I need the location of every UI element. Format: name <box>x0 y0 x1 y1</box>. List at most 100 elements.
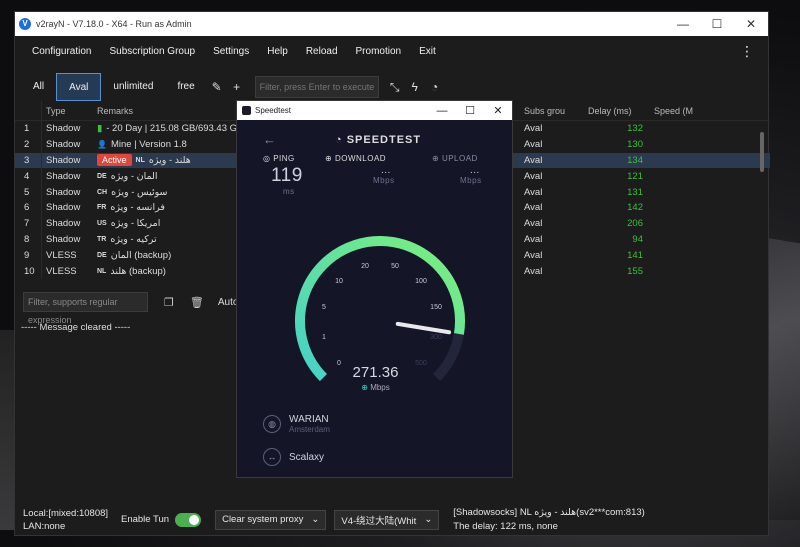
speedtest-maximize-button[interactable]: ☐ <box>456 104 484 117</box>
server-filter-input[interactable] <box>254 76 379 98</box>
speedtest-logo: ◔ SPEEDTEST <box>335 134 422 146</box>
speedtest-metrics: ◎ PING 119 ms ⊕ DOWNLOAD ... Mbps ⊕ UPLO… <box>237 154 512 214</box>
maximize-button[interactable]: ☐ <box>700 17 734 31</box>
row-subs: Aval <box>524 186 543 198</box>
local-info: Local:[mixed:10808] LAN:none <box>23 507 115 533</box>
upload-unit: Mbps <box>460 176 482 185</box>
window-title: v2rayN - V7.18.0 - X64 - Run as Admin <box>36 19 192 29</box>
lightning-icon[interactable]: ϟ <box>405 80 425 94</box>
speedtest-minimize-button[interactable]: — <box>428 105 456 117</box>
download-unit: Mbps <box>373 176 395 185</box>
col-speed-header[interactable]: Speed (M <box>649 106 749 116</box>
menu-exit[interactable]: Exit <box>410 46 445 57</box>
row-type: Shadow <box>41 121 91 137</box>
tab-aval[interactable]: Aval <box>56 73 102 101</box>
gauge-tick-label: 20 <box>361 263 369 270</box>
message-filter-input[interactable]: Filter, supports regular expression <box>23 292 148 325</box>
row-remarks: هلند - ویژه <box>148 154 191 166</box>
desktop-edge-decoration <box>0 330 14 530</box>
current-delay: The delay: 122 ms, none <box>453 520 558 532</box>
row-type: Shadow <box>41 184 91 200</box>
upload-metric: ⊕ UPLOAD ... Mbps <box>432 154 482 185</box>
row-remarks: ترکیه - ویژه <box>110 233 157 245</box>
menu-help[interactable]: Help <box>258 46 297 57</box>
speed-gauge-icon[interactable]: ◔ <box>425 80 445 94</box>
tab-unlimited[interactable]: unlimited <box>101 73 165 101</box>
row-delay: 121 <box>627 170 643 182</box>
edit-pencil-icon[interactable]: ✎ <box>207 80 227 94</box>
col-subs-header[interactable]: Subs grou <box>521 106 584 116</box>
speedtest-titlebar: Speedtest — ☐ ✕ <box>237 101 512 120</box>
menu-promotion[interactable]: Promotion <box>347 46 411 57</box>
row-delay: 141 <box>627 249 643 261</box>
col-type-header[interactable]: Type <box>41 101 91 120</box>
row-type: Shadow <box>41 215 91 232</box>
row-subs: Aval <box>524 233 543 245</box>
row-subs: Aval <box>524 170 543 182</box>
speedtest-window: Speedtest — ☐ ✕ ← ◔ SPEEDTEST ◎ PING 119… <box>236 100 513 478</box>
chevron-down-icon: ⌄ <box>424 514 433 525</box>
row-delay: 131 <box>627 186 643 198</box>
upload-label: ⊕ UPLOAD <box>432 154 478 163</box>
routing-select[interactable]: V4-绕过大陆(Whit ⌄ <box>334 509 440 530</box>
expand-arrows-icon[interactable]: ⤡ <box>385 80 405 95</box>
row-type: Shadow <box>41 168 91 185</box>
menu-settings[interactable]: Settings <box>204 46 258 57</box>
row-number: 8 <box>24 233 30 245</box>
download-label: ⊕ DOWNLOAD <box>325 154 387 163</box>
row-number: 4 <box>24 170 30 182</box>
row-remarks: فرانسه - ویژه <box>110 202 165 214</box>
tun-toggle[interactable] <box>175 512 202 527</box>
close-button[interactable]: ✕ <box>734 17 768 31</box>
country-code: DE <box>97 251 107 259</box>
country-code: DE <box>97 172 107 180</box>
minimize-button[interactable]: — <box>666 17 700 31</box>
row-subs: Aval <box>524 218 543 230</box>
ping-metric: ◎ PING 119 ms <box>263 154 303 196</box>
row-subs: Aval <box>524 249 543 261</box>
system-proxy-value: Clear system proxy <box>222 514 304 525</box>
back-arrow-icon[interactable]: ← <box>263 132 276 147</box>
server-arrows-icon: ↔ <box>263 448 281 466</box>
country-code: NL <box>97 267 107 275</box>
row-remarks: آلمان - ویژه <box>110 170 158 182</box>
tab-all[interactable]: All <box>21 73 56 101</box>
speedtest-close-button[interactable]: ✕ <box>484 104 512 117</box>
app-logo-icon: V <box>19 18 31 30</box>
gauge-tick-label: 1 <box>322 334 326 341</box>
ping-label-text: PING <box>273 154 295 163</box>
row-subs: Aval <box>524 265 543 277</box>
add-plus-icon[interactable]: + <box>227 80 247 94</box>
active-badge: Active <box>97 154 132 167</box>
row-number: 1 <box>24 123 30 135</box>
isp-name: WARIAN <box>289 414 329 425</box>
table-scrollbar[interactable] <box>759 124 765 280</box>
current-server: [Shadowsocks] NL هلند - ویژه(sv2***com:8… <box>453 506 645 518</box>
row-type: Shadow <box>41 136 91 153</box>
server-info[interactable]: ↔ Scalaxy <box>263 448 324 466</box>
menu-configuration[interactable]: Configuration <box>23 46 100 57</box>
row-number: 6 <box>24 202 30 214</box>
download-metric: ⊕ DOWNLOAD ... Mbps <box>325 154 395 185</box>
trash-icon[interactable]: 🗑 <box>190 296 204 309</box>
copy-icon[interactable]: ❐ <box>164 296 174 309</box>
row-type: VLESS <box>41 247 91 264</box>
col-delay-header[interactable]: Delay (ms) <box>584 106 649 116</box>
row-type: Shadow <box>41 231 91 248</box>
menu-subscription-group[interactable]: Subscription Group <box>100 46 204 57</box>
lan-info: LAN:none <box>23 520 66 532</box>
gauge-needle <box>395 321 452 335</box>
row-remarks: - 20 Day | 215.08 GB/693.43 GB <box>106 123 244 135</box>
system-proxy-select[interactable]: Clear system proxy ⌄ <box>215 509 327 530</box>
gauge-tick-label: 5 <box>322 304 326 311</box>
scrollbar-thumb[interactable] <box>760 132 764 172</box>
more-options-icon[interactable]: ⋮ <box>740 43 754 60</box>
tab-free[interactable]: free <box>165 73 206 101</box>
user-icon: 👤 <box>97 140 107 150</box>
menu-reload[interactable]: Reload <box>297 46 347 57</box>
row-delay: 132 <box>627 123 643 135</box>
speed-unit: ⊕ Mbps <box>361 383 390 392</box>
gauge-tick-label: 300 <box>430 334 442 341</box>
speed-readout: 271.36 <box>352 364 399 381</box>
local-port: Local:[mixed:10808] <box>23 507 109 519</box>
